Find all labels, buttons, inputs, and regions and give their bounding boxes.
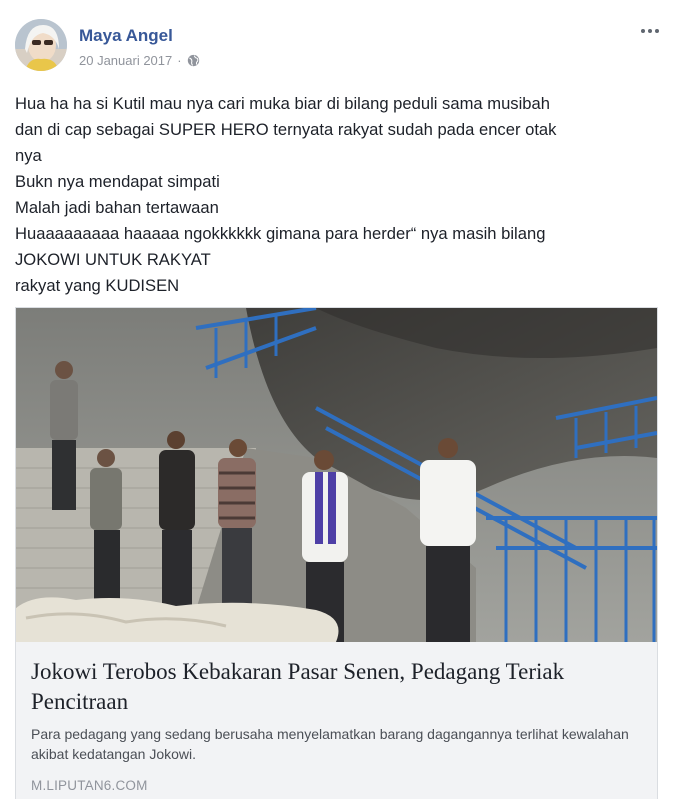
post-text-line: rakyat yang KUDISEN (15, 276, 180, 295)
more-options-icon[interactable] (638, 23, 662, 39)
news-photo (16, 308, 657, 642)
post-text-line: dan di cap sebagai SUPER HERO ternyata r… (15, 120, 557, 139)
post-text-line: Huaaaaaaaaa haaaaa ngokkkkkk gimana para… (15, 224, 546, 243)
author-name[interactable]: Maya Angel (79, 26, 173, 46)
link-preview-card[interactable]: Jokowi Terobos Kebakaran Pasar Senen, Pe… (15, 307, 658, 799)
link-preview-image[interactable] (16, 308, 657, 642)
post-text-line: JOKOWI UNTUK RAKYAT (15, 250, 211, 269)
globe-icon[interactable] (187, 54, 200, 67)
avatar[interactable] (15, 19, 67, 71)
post-text-line: Hua ha ha si Kutil mau nya cari muka bia… (15, 94, 550, 113)
link-title[interactable]: Jokowi Terobos Kebakaran Pasar Senen, Pe… (31, 657, 631, 717)
link-domain: M.LIPUTAN6.COM (31, 778, 148, 793)
post-text-line: Bukn nya mendapat simpati (15, 172, 220, 191)
post-text: Hua ha ha si Kutil mau nya cari muka bia… (15, 91, 655, 299)
post-header: Maya Angel 20 Januari 2017 · (15, 19, 662, 75)
link-description: Para pedagang yang sedang berusaha menye… (31, 726, 629, 762)
post-meta: 20 Januari 2017 · (79, 53, 200, 68)
post-timestamp[interactable]: 20 Januari 2017 (79, 53, 172, 68)
meta-separator: · (177, 53, 182, 68)
avatar-image (15, 19, 67, 71)
facebook-post: Maya Angel 20 Januari 2017 · Hua ha ha s… (0, 0, 674, 799)
post-text-line: nya (15, 146, 42, 165)
post-text-line: Malah jadi bahan tertawaan (15, 198, 219, 217)
link-preview-caption[interactable]: Jokowi Terobos Kebakaran Pasar Senen, Pe… (16, 642, 657, 799)
